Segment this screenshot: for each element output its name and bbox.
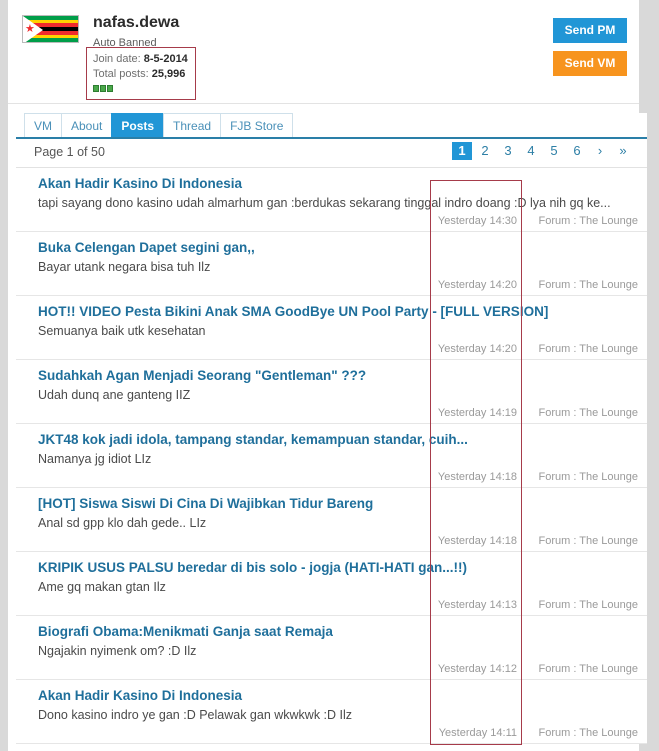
profile-header-card: ★ nafas.dewa Auto Banned Join date: 8-5-… [8, 0, 639, 104]
thread-forum: Forum : The Lounge [538, 727, 638, 739]
tab-thread[interactable]: Thread [163, 113, 221, 137]
thread-title[interactable]: [HOT] Siswa Siswi Di Cina Di Wajibkan Ti… [38, 496, 373, 511]
thread-date: Yesterday 14:11 [438, 727, 517, 739]
pagination-controls: 1 2 3 4 5 6 › » [452, 142, 633, 160]
thread-row[interactable]: [HOT] Siswa Siswi Di Cina Di Wajibkan Ti… [16, 488, 647, 552]
thread-row[interactable]: KRIPIK USUS PALSU beredar di bis solo - … [16, 552, 647, 616]
thread-snippet: tapi sayang dono kasino udah almarhum ga… [38, 196, 611, 210]
thread-date: Yesterday 14:30 [437, 215, 517, 227]
thread-row[interactable]: HOT!! VIDEO Pesta Bikini Anak SMA GoodBy… [16, 296, 647, 360]
thread-date: Yesterday 14:20 [437, 343, 517, 355]
page-link-6[interactable]: 6 [567, 142, 587, 160]
thread-snippet: Dono kasino indro ye gan :D Pelawak gan … [38, 708, 353, 722]
thread-snippet: Udah dunq ane ganteng IIZ [38, 388, 191, 402]
page-link-3[interactable]: 3 [498, 142, 518, 160]
thread-forum: Forum : The Lounge [538, 407, 638, 419]
thread-row[interactable]: Akan Hadir Kasino Di Indonesia Dono kasi… [16, 680, 647, 744]
thread-list: Akan Hadir Kasino Di Indonesia tapi saya… [16, 167, 647, 744]
thread-date: Yesterday 14:13 [437, 599, 517, 611]
thread-snippet: Ame gq makan gtan Ilz [38, 580, 166, 594]
join-date-label: Join date: [93, 53, 144, 65]
thread-title[interactable]: Akan Hadir Kasino Di Indonesia [38, 176, 242, 191]
thread-date: Yesterday 14:20 [437, 279, 517, 291]
content-column: ★ nafas.dewa Auto Banned Join date: 8-5-… [8, 0, 647, 751]
posts-panel: VM About Posts Thread FJB Store Page 1 o… [16, 113, 647, 744]
page-link-5[interactable]: 5 [544, 142, 564, 160]
tab-bar: VM About Posts Thread FJB Store [16, 113, 647, 139]
thread-forum: Forum : The Lounge [538, 599, 638, 611]
last-page-icon[interactable]: » [613, 142, 633, 160]
total-posts-line: Total posts: 25,996 [93, 68, 185, 80]
zimbabwe-flag-icon: ★ [22, 15, 79, 43]
thread-forum: Forum : The Lounge [538, 215, 638, 227]
total-posts-value: 25,996 [151, 68, 186, 80]
thread-title[interactable]: Buka Celengan Dapet segini gan,, [38, 240, 255, 255]
next-page-icon[interactable]: › [590, 142, 610, 160]
page-link-4[interactable]: 4 [521, 142, 541, 160]
thread-date: Yesterday 14:19 [437, 407, 517, 419]
username: nafas.dewa [93, 14, 180, 31]
thread-row[interactable]: Sudahkah Agan Menjadi Seorang "Gentleman… [16, 360, 647, 424]
thread-row[interactable]: JKT48 kok jadi idola, tampang standar, k… [16, 424, 647, 488]
tab-posts[interactable]: Posts [111, 113, 164, 137]
thread-forum: Forum : The Lounge [538, 535, 638, 547]
thread-title[interactable]: Biografi Obama:Menikmati Ganja saat Rema… [38, 624, 333, 639]
thread-snippet: Namanya jg idiot LIz [38, 452, 152, 466]
thread-snippet: Anal sd gpp klo dah gede.. LIz [38, 516, 207, 530]
thread-date: Yesterday 14:12 [437, 663, 517, 675]
thread-snippet: Bayar utank negara bisa tuh Ilz [38, 260, 211, 274]
thread-title[interactable]: Sudahkah Agan Menjadi Seorang "Gentleman… [38, 368, 366, 383]
tab-fjb-store[interactable]: FJB Store [220, 113, 294, 137]
thread-forum: Forum : The Lounge [538, 343, 638, 355]
join-date-line: Join date: 8-5-2014 [93, 53, 188, 65]
reputation-bars-icon [93, 85, 113, 92]
page-info-label: Page 1 of 50 [34, 145, 105, 159]
thread-forum: Forum : The Lounge [538, 663, 638, 675]
send-pm-button[interactable]: Send PM [553, 18, 627, 43]
page-link-2[interactable]: 2 [475, 142, 495, 160]
thread-forum: Forum : The Lounge [538, 471, 638, 483]
tab-about[interactable]: About [61, 113, 112, 137]
join-date-value: 8-5-2014 [143, 53, 188, 65]
thread-forum: Forum : The Lounge [538, 279, 638, 291]
thread-title[interactable]: Akan Hadir Kasino Di Indonesia [38, 688, 242, 703]
pagination-row: Page 1 of 50 1 2 3 4 5 6 › » [16, 139, 647, 167]
thread-date: Yesterday 14:18 [437, 535, 517, 547]
send-vm-button[interactable]: Send VM [553, 51, 627, 76]
total-posts-label: Total posts: [93, 68, 152, 80]
tab-vm[interactable]: VM [24, 113, 61, 137]
page-link-1[interactable]: 1 [452, 142, 472, 160]
thread-row[interactable]: Biografi Obama:Menikmati Ganja saat Rema… [16, 616, 647, 680]
profile-meta-box: Join date: 8-5-2014 Total posts: 25,996 [86, 47, 196, 100]
thread-title[interactable]: HOT!! VIDEO Pesta Bikini Anak SMA GoodBy… [38, 304, 548, 319]
thread-snippet: Semuanya baik utk kesehatan [38, 324, 206, 338]
page-root: ★ nafas.dewa Auto Banned Join date: 8-5-… [0, 0, 659, 751]
thread-date: Yesterday 14:18 [437, 471, 517, 483]
thread-title[interactable]: KRIPIK USUS PALSU beredar di bis solo - … [38, 560, 467, 575]
thread-row[interactable]: Buka Celengan Dapet segini gan,, Bayar u… [16, 232, 647, 296]
thread-title[interactable]: JKT48 kok jadi idola, tampang standar, k… [38, 432, 468, 447]
thread-snippet: Ngajakin nyimenk om? :D Ilz [38, 644, 197, 658]
thread-row[interactable]: Akan Hadir Kasino Di Indonesia tapi saya… [16, 168, 647, 232]
